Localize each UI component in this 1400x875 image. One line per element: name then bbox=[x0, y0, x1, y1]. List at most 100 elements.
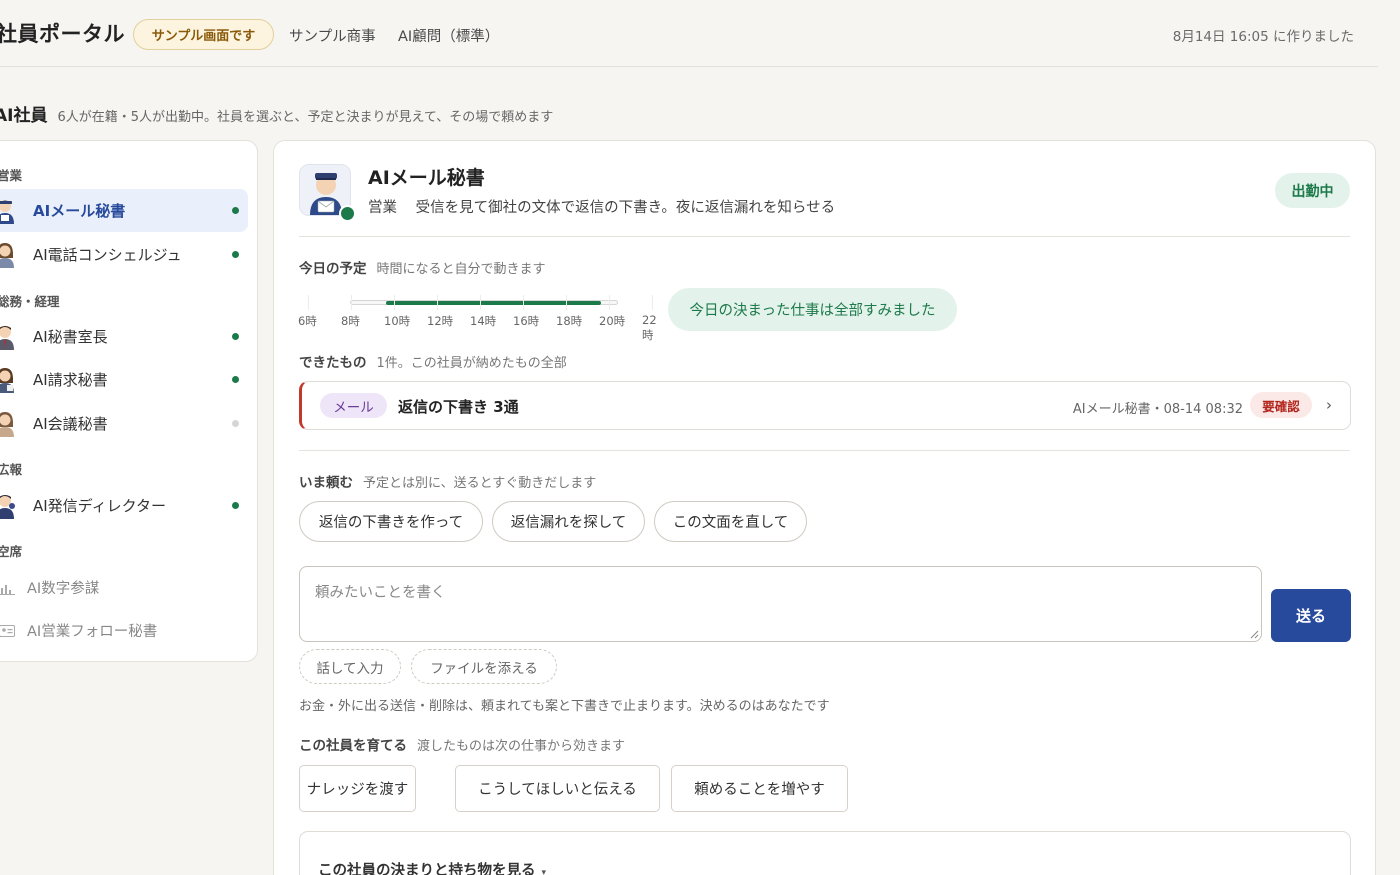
chevron-right-icon: › bbox=[1326, 396, 1332, 414]
group-label-sales: 営業 bbox=[0, 168, 23, 183]
train-header: この社員を育てる 渡したものは次の仕事から効きます bbox=[299, 734, 625, 754]
train-sub: 渡したものは次の仕事から効きます bbox=[417, 739, 626, 754]
company-name: サンプル商事 bbox=[289, 29, 376, 45]
timeline-hour-label: 6時 bbox=[298, 314, 317, 328]
quick-action-draft-reply[interactable]: 返信の下書きを作って bbox=[299, 501, 483, 542]
sidebar-item-label: AI数字参謀 bbox=[27, 581, 100, 597]
caret-down-icon: ▾ bbox=[541, 868, 547, 875]
sidebar-item-ai-sales-followup[interactable]: AI営業フォロー秘書 bbox=[0, 609, 248, 652]
request-header: いま頼む 予定とは別に、送るとすぐ動きだします bbox=[299, 471, 596, 491]
sample-badge: サンプル画面です bbox=[133, 19, 274, 50]
avatar-icon bbox=[0, 326, 14, 350]
employee-sidebar: 営業 AIメール秘書 AI電話コンシェルジュ 総務・経理 AI秘書室長 AI請求… bbox=[0, 140, 258, 662]
avatar-icon bbox=[0, 368, 14, 393]
output-item[interactable]: メール 返信の下書き 3通 AIメール秘書・08-14 08:32 要確認 › bbox=[299, 381, 1351, 430]
sidebar-item-label: AI発信ディレクター bbox=[33, 497, 167, 515]
rules-details-label: この社員の決まりと持ち物を見る bbox=[318, 863, 536, 875]
avatar-icon bbox=[0, 200, 14, 224]
employee-name: AIメール秘書 bbox=[368, 167, 485, 189]
sidebar-item-label: AIメール秘書 bbox=[33, 202, 126, 220]
schedule-timeline: 6時 8時 10時 12時 14時 16時 18時 20時 22時 bbox=[298, 289, 668, 342]
timeline-tick bbox=[351, 295, 352, 310]
section-title: AI社員 bbox=[0, 106, 48, 126]
sidebar-item-ai-mail-secretary[interactable]: AIメール秘書 bbox=[0, 189, 248, 232]
sidebar-item-label: AI会議秘書 bbox=[33, 415, 108, 433]
timeline-hour-label: 18時 bbox=[556, 314, 583, 328]
needs-review-badge: 要確認 bbox=[1250, 392, 1312, 418]
voice-input-button[interactable]: 話して入力 bbox=[299, 649, 401, 684]
status-dot bbox=[232, 251, 239, 258]
timeline-tick bbox=[523, 295, 524, 310]
status-badge: 出勤中 bbox=[1275, 173, 1350, 208]
timeline-hour-label: 20時 bbox=[599, 314, 626, 328]
timeline-tick bbox=[652, 295, 653, 310]
created-timestamp: 8月14日 16:05 に作りました bbox=[1172, 29, 1354, 45]
sidebar-item-ai-phone-concierge[interactable]: AI電話コンシェルジュ bbox=[0, 233, 248, 276]
timeline-hour-label: 16時 bbox=[513, 314, 540, 328]
group-label-pr: 広報 bbox=[0, 462, 23, 477]
schedule-label: 今日の予定 bbox=[299, 261, 367, 277]
sidebar-item-label: AI電話コンシェルジュ bbox=[33, 246, 182, 264]
divider bbox=[299, 450, 1350, 451]
rules-details-summary[interactable]: この社員の決まりと持ち物を見る ▾ bbox=[318, 859, 546, 875]
timeline-tick bbox=[437, 295, 438, 310]
timeline-hour-label: 12時 bbox=[427, 314, 454, 328]
timeline-hour-label: 14時 bbox=[470, 314, 497, 328]
timeline-hour-label: 22時 bbox=[642, 313, 657, 342]
give-instructions-button[interactable]: こうしてほしいと伝える bbox=[455, 765, 660, 812]
give-knowledge-button[interactable]: ナレッジを渡す bbox=[299, 765, 416, 812]
status-dot bbox=[232, 207, 239, 214]
sidebar-item-ai-meeting-secretary[interactable]: AI会議秘書 bbox=[0, 402, 248, 445]
request-label: いま頼む bbox=[299, 475, 353, 491]
rules-details[interactable]: この社員の決まりと持ち物を見る ▾ bbox=[299, 831, 1351, 875]
chart-icon bbox=[0, 584, 15, 595]
sidebar-item-ai-billing-secretary[interactable]: AI請求秘書 bbox=[0, 358, 248, 401]
quick-action-fix-text[interactable]: この文面を直して bbox=[654, 501, 807, 542]
employee-role: 受信を見て御社の文体で返信の下書き。夜に返信漏れを知らせる bbox=[415, 200, 836, 216]
send-button[interactable]: 送る bbox=[1271, 589, 1351, 642]
group-label-admin: 総務・経理 bbox=[0, 294, 60, 309]
avatar-icon bbox=[0, 412, 14, 437]
attach-file-button[interactable]: ファイルを添える bbox=[411, 649, 557, 684]
train-label: この社員を育てる bbox=[299, 738, 407, 754]
section-header: AI社員 6人が在籍・5人が出勤中。社員を選ぶと、予定と決まりが見えて、その場で… bbox=[0, 101, 553, 126]
sidebar-item-ai-chief-secretary[interactable]: AI秘書室長 bbox=[0, 315, 248, 358]
sidebar-item-ai-numbers-advisor[interactable]: AI数字参謀 bbox=[0, 566, 248, 609]
sidebar-item-label: AI秘書室長 bbox=[33, 328, 108, 346]
app-title: 社員ポータル bbox=[0, 22, 125, 46]
output-meta: AIメール秘書・08-14 08:32 bbox=[1072, 402, 1243, 417]
avatar-icon bbox=[0, 495, 15, 519]
resize-grip-icon[interactable] bbox=[1250, 630, 1259, 639]
sidebar-item-label: AI営業フォロー秘書 bbox=[27, 624, 158, 640]
status-dot bbox=[232, 376, 239, 383]
sidebar-item-label: AI請求秘書 bbox=[33, 371, 108, 389]
employee-detail-panel: AIメール秘書 営業 受信を見て御社の文体で返信の下書き。夜に返信漏れを知らせる… bbox=[273, 140, 1376, 875]
request-sub: 予定とは別に、送るとすぐ動きだします bbox=[363, 476, 597, 491]
timeline-tick bbox=[566, 295, 567, 310]
plan-name: AI顧問（標準） bbox=[398, 29, 500, 45]
type-tag: メール bbox=[320, 393, 387, 418]
status-dot bbox=[232, 333, 239, 340]
id-card-icon bbox=[0, 624, 15, 637]
output-title: 返信の下書き 3通 bbox=[398, 398, 519, 416]
outputs-sub: 1件。この社員が納めたもの全部 bbox=[376, 356, 567, 371]
outputs-label: できたもの bbox=[299, 355, 367, 371]
request-input[interactable]: 頼みたいことを書く bbox=[299, 566, 1262, 642]
employee-department: 営業 bbox=[368, 200, 397, 216]
timeline-tick bbox=[394, 295, 395, 310]
timeline-tick bbox=[609, 295, 610, 310]
timeline-tick bbox=[308, 295, 309, 310]
sidebar-item-ai-outreach-director[interactable]: AI発信ディレクター bbox=[0, 484, 248, 527]
status-dot bbox=[232, 420, 239, 427]
avatar-icon bbox=[0, 243, 14, 268]
schedule-sub: 時間になると自分で動きます bbox=[376, 262, 546, 277]
timeline-active-range bbox=[386, 301, 601, 305]
done-message: 今日の決まった仕事は全部すみました bbox=[668, 288, 957, 331]
request-placeholder: 頼みたいことを書く bbox=[315, 585, 446, 601]
safety-notice: お金・外に出る送信・削除は、頼まれても案と下書きで止まります。決めるのはあなたで… bbox=[299, 699, 830, 714]
top-bar: 社員ポータル サンプル画面です サンプル商事 AI顧問（標準） 8月14日 16… bbox=[0, 0, 1378, 67]
employee-description: 営業 受信を見て御社の文体で返信の下書き。夜に返信漏れを知らせる bbox=[368, 196, 835, 217]
expand-tasks-button[interactable]: 頼めることを増やす bbox=[671, 765, 848, 812]
group-label-vacant: 空席 bbox=[0, 544, 23, 559]
quick-action-find-missed[interactable]: 返信漏れを探して bbox=[492, 501, 645, 542]
